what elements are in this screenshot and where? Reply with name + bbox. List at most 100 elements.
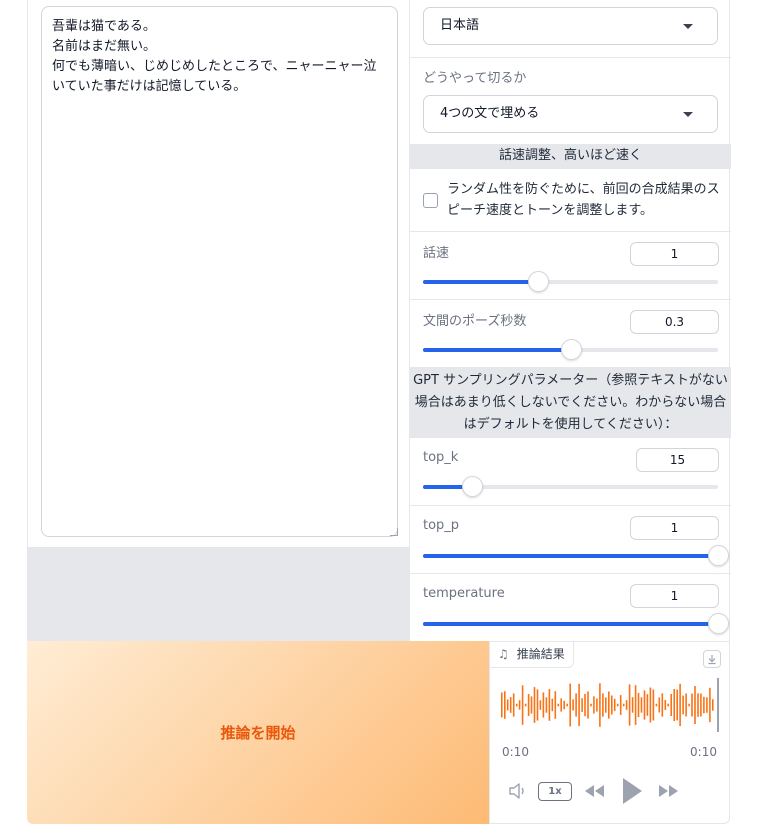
speed-slider-thumb[interactable] xyxy=(528,271,550,292)
waveform-bar xyxy=(572,699,574,711)
playback-rate-button[interactable]: 1x xyxy=(538,782,572,801)
waveform-bar xyxy=(581,698,583,712)
language-select[interactable]: 日本語 xyxy=(423,7,718,45)
waveform-bar xyxy=(649,687,652,723)
top-k-slider-thumb[interactable] xyxy=(462,476,484,497)
waveform-bar xyxy=(685,693,687,717)
speed-section-header: 話速調整、高いほど速く xyxy=(410,145,731,169)
speed-slider-fill xyxy=(423,280,539,284)
waveform-bar xyxy=(539,700,542,710)
top-p-slider[interactable] xyxy=(423,545,729,566)
volume-icon[interactable] xyxy=(507,781,529,801)
pause-label: 文間のポーズ秒数 xyxy=(423,314,527,329)
waveform-bar xyxy=(554,691,557,719)
time-current: 0:10 xyxy=(502,745,529,759)
music-note-icon: ♫ xyxy=(498,647,509,661)
waveform-bar xyxy=(569,683,571,727)
waveform-bar xyxy=(509,697,512,713)
download-button[interactable] xyxy=(703,650,721,668)
split-select[interactable]: 4つの文で埋める xyxy=(423,95,718,133)
waveform-bar xyxy=(593,696,595,714)
waveform-bar xyxy=(706,697,708,713)
pause-slider-block: 文間のポーズ秒数 0.3 xyxy=(410,300,731,368)
language-select-value: 日本語 xyxy=(440,18,480,33)
time-total: 0:10 xyxy=(690,745,717,759)
waveform-bar xyxy=(646,694,649,716)
top-p-label: top_p xyxy=(423,518,460,533)
waveform-bar xyxy=(631,697,634,713)
audio-waveform[interactable] xyxy=(500,678,722,732)
top-k-slider[interactable] xyxy=(423,476,718,497)
waveform-bar xyxy=(700,693,702,717)
top-p-slider-fill xyxy=(423,554,718,558)
left-spacer xyxy=(27,548,410,641)
waveform-bar xyxy=(697,693,699,717)
pause-slider[interactable] xyxy=(423,339,718,360)
audio-controls: 1x xyxy=(490,774,731,808)
waveform-bar xyxy=(521,685,524,725)
start-inference-button[interactable]: 推論を開始 xyxy=(27,641,489,824)
text-input[interactable]: 吾輩は猫である。 名前はまだ無い。 何でも薄暗い、じめじめしたところで、ニャーニ… xyxy=(41,6,398,537)
waveform-bar xyxy=(661,693,664,717)
waveform-bar xyxy=(664,700,667,710)
waveform-bar xyxy=(542,692,545,718)
waveform-bar xyxy=(602,693,604,717)
speed-label: 話速 xyxy=(423,246,450,261)
waveform-bar xyxy=(628,684,631,726)
waveform-bar xyxy=(608,691,610,719)
waveform-bar xyxy=(673,689,675,722)
waveform-bar xyxy=(703,696,705,714)
waveform-bar xyxy=(501,692,503,718)
start-inference-label: 推論を開始 xyxy=(220,724,296,742)
resize-handle[interactable] xyxy=(390,528,398,536)
waveform-bar xyxy=(596,698,598,712)
split-block: どうやって切るか 4つの文で埋める xyxy=(410,58,731,145)
waveform-bar xyxy=(548,689,551,721)
chevron-down-icon xyxy=(683,24,693,29)
temperature-slider-thumb[interactable] xyxy=(708,613,729,634)
waveform-bar xyxy=(545,697,548,713)
waveform-bar xyxy=(563,700,565,710)
language-block: 日本語 xyxy=(410,0,731,58)
waveform-bar xyxy=(515,703,518,707)
temperature-slider[interactable] xyxy=(423,613,729,634)
app-root: 吾輩は猫である。 名前はまだ無い。 何でも薄暗い、じめじめしたところで、ニャーニ… xyxy=(0,0,782,835)
waveform-bar xyxy=(557,703,560,707)
audio-label-text: 推論結果 xyxy=(516,647,565,661)
top-p-slider-thumb[interactable] xyxy=(708,545,729,566)
checkbox-block: ランダム性を防ぐために、前回の合成結果のスピーチ速度とトーンを調整します。 xyxy=(410,169,731,232)
speed-slider[interactable] xyxy=(423,271,718,292)
chevron-down-icon xyxy=(683,112,693,117)
waveform-bar xyxy=(584,693,586,717)
pause-slider-thumb[interactable] xyxy=(560,339,582,360)
waveform-bar xyxy=(578,683,580,727)
waveform-bar xyxy=(506,699,509,711)
waveform-bar xyxy=(530,696,533,714)
top-k-block: top_k 15 xyxy=(410,438,731,506)
rewind-icon[interactable] xyxy=(582,782,606,800)
waveform-bar xyxy=(587,691,589,719)
waveform-bar xyxy=(524,703,527,707)
waveform-bar xyxy=(682,695,684,715)
waveform-bar xyxy=(605,697,607,713)
pause-number-input[interactable]: 0.3 xyxy=(630,310,719,334)
text-input-panel: 吾輩は猫である。 名前はまだ無い。 何でも薄暗い、じめじめしたところで、ニャーニ… xyxy=(27,0,410,548)
waveform-bar xyxy=(536,689,539,721)
waveform-bar xyxy=(590,703,592,707)
waveform-bar xyxy=(625,700,628,710)
waveform-bar xyxy=(676,689,678,721)
temperature-number-input[interactable]: 1 xyxy=(630,584,719,608)
same-speed-checkbox[interactable] xyxy=(423,193,438,208)
waveform-bar xyxy=(616,703,619,707)
top-p-block: top_p 1 xyxy=(410,506,731,574)
speed-number-input[interactable]: 1 xyxy=(630,242,719,266)
waveform-bar xyxy=(655,703,658,707)
play-icon[interactable] xyxy=(620,776,644,806)
pause-slider-fill xyxy=(423,348,571,352)
temperature-label: temperature xyxy=(423,586,505,601)
top-k-number-input[interactable]: 15 xyxy=(636,448,719,472)
top-p-number-input[interactable]: 1 xyxy=(630,516,719,540)
fast-forward-icon[interactable] xyxy=(657,782,681,800)
download-icon xyxy=(708,655,716,665)
waveform-bar xyxy=(611,695,613,715)
